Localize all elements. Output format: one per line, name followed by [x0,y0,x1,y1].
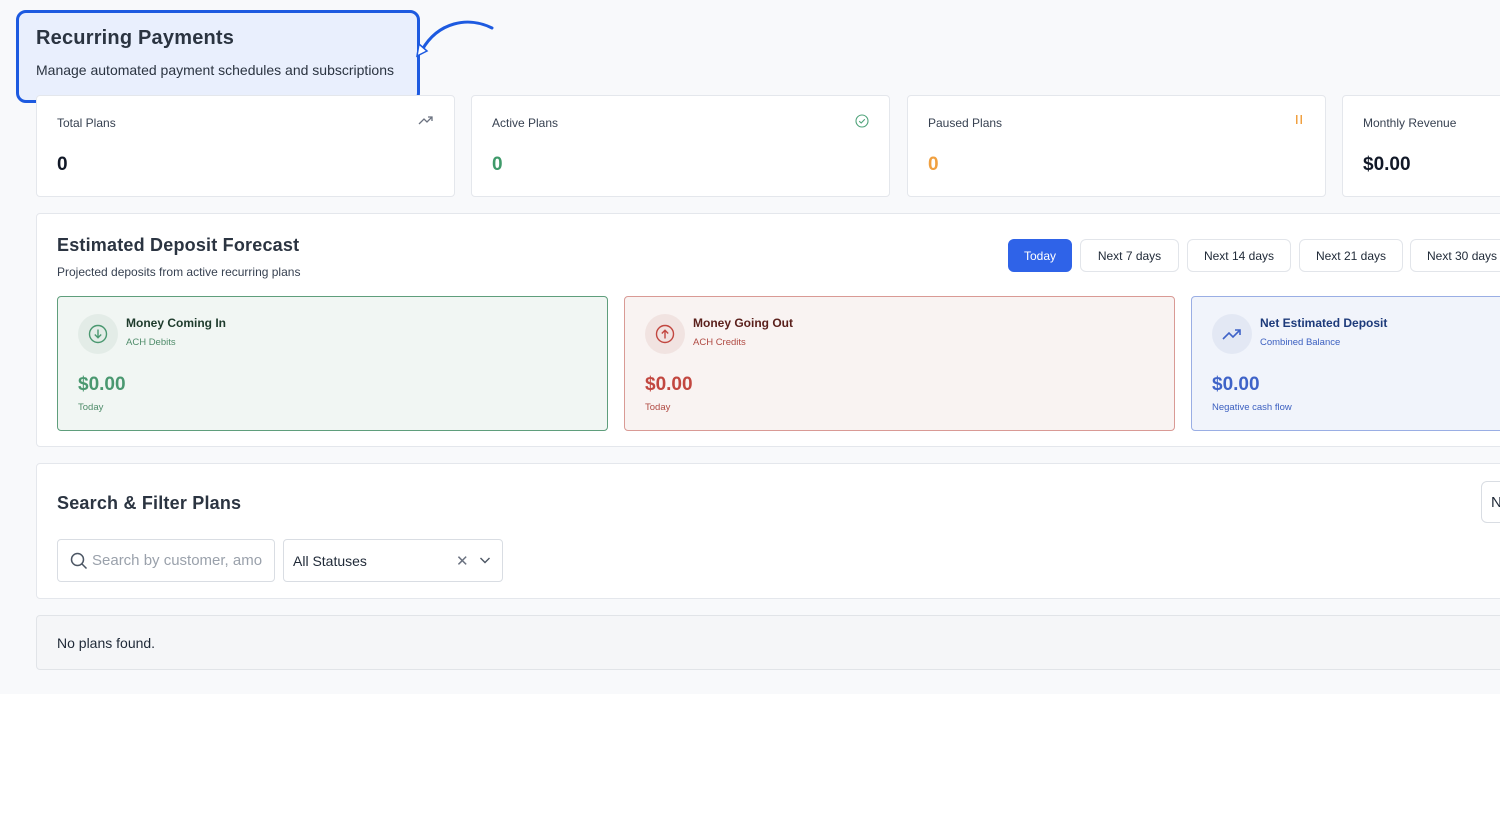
arrow-up-circle-icon [655,324,675,344]
trending-up-icon [418,116,433,125]
fc-note: Negative cash flow [1212,402,1292,413]
fc-amount: $0.00 [645,374,693,395]
fc-amount: $0.00 [78,374,126,395]
filter-title: Search & Filter Plans [57,493,242,513]
stat-value: $0.00 [1363,154,1411,175]
fc-note: Today [645,402,671,413]
search-box [57,539,275,582]
fc-icon-wrap [78,314,118,354]
search-filter-panel: Search & Filter Plans N All Statuses ✕ [36,463,1500,599]
fc-icon-wrap [1212,314,1252,354]
net-estimated-deposit-card: Net Estimated Deposit Combined Balance $… [1191,296,1500,431]
clear-icon[interactable]: ✕ [456,552,469,570]
stat-card-monthly-revenue: Monthly Revenue $0.00 [1342,95,1500,197]
stat-label: Paused Plans [928,116,1003,130]
stat-label: Monthly Revenue [1363,116,1457,130]
fc-subtitle: Combined Balance [1260,337,1341,348]
trending-up-icon [1222,329,1241,340]
stat-value: 0 [492,154,503,175]
deposit-forecast-panel: Estimated Deposit Forecast Projected dep… [36,213,1500,447]
fc-amount: $0.00 [1212,374,1260,395]
pause-icon [1296,115,1302,124]
chevron-down-icon[interactable] [478,553,492,567]
range-button-next-14-days[interactable]: Next 14 days [1187,239,1291,272]
stat-label: Total Plans [57,116,116,130]
fc-subtitle: ACH Credits [693,337,746,348]
stat-card-paused-plans: Paused Plans 0 [907,95,1326,197]
search-input[interactable] [92,552,262,569]
search-icon [70,552,88,569]
fc-title: Net Estimated Deposit [1260,316,1388,330]
stat-value: 0 [57,154,68,175]
range-button-next-7-days[interactable]: Next 7 days [1080,239,1179,272]
fc-title: Money Going Out [693,316,793,330]
forecast-title: Estimated Deposit Forecast [57,235,300,255]
fc-subtitle: ACH Debits [126,337,176,348]
money-coming-in-card: Money Coming In ACH Debits $0.00 Today [57,296,608,431]
annotation-arrow-icon [416,20,494,58]
stat-label: Active Plans [492,116,559,130]
range-button-next-30-days[interactable]: Next 30 days [1410,239,1500,272]
range-button-today[interactable]: Today [1008,239,1072,272]
forecast-subtitle: Projected deposits from active recurring… [57,265,301,279]
stat-card-active-plans: Active Plans 0 [471,95,890,197]
fc-title: Money Coming In [126,316,226,330]
status-select[interactable]: All Statuses ✕ [283,539,503,582]
page-header: Recurring Payments Manage automated paym… [16,10,420,103]
arrow-down-circle-icon [88,324,108,344]
stat-value: 0 [928,154,939,175]
fc-note: Today [78,402,104,413]
page-title: Recurring Payments [36,27,235,49]
page: Recurring Payments Manage automated paym… [0,0,1500,694]
fc-icon-wrap [645,314,685,354]
money-going-out-card: Money Going Out ACH Credits $0.00 Today [624,296,1175,431]
status-select-value: All Statuses [293,552,367,569]
stat-card-total-plans: Total Plans 0 [36,95,455,197]
page-subtitle: Manage automated payment schedules and s… [36,62,394,78]
new-plan-button[interactable]: N [1481,481,1500,523]
range-button-next-21-days[interactable]: Next 21 days [1299,239,1403,272]
empty-state: No plans found. [36,615,1500,670]
check-circle-icon [855,114,869,128]
